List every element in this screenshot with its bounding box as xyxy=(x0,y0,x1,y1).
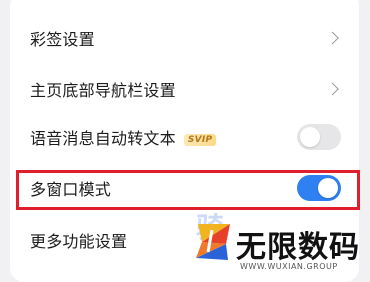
chevron-right-icon xyxy=(326,31,339,45)
svip-badge: SVIP xyxy=(183,134,217,146)
chevron-right-icon xyxy=(326,82,339,96)
setting-label: 彩签设置 xyxy=(30,30,95,49)
setting-label: 语音消息自动转文本 xyxy=(30,129,176,148)
setting-row-bottom-nav[interactable]: 主页底部导航栏设置 xyxy=(10,63,359,115)
watermark-brand: 无限数码 xyxy=(236,230,360,265)
setting-label: 主页底部导航栏设置 xyxy=(30,81,176,100)
watermark: 骑 无限数码 WWW.WUXIAN.GROUP xyxy=(190,200,370,274)
brand-logo-icon xyxy=(196,224,230,260)
setting-row-voice-to-text: 语音消息自动转文本 SVIP xyxy=(10,111,359,163)
voice-to-text-toggle[interactable] xyxy=(297,124,341,150)
watermark-url: WWW.WUXIAN.GROUP xyxy=(240,262,338,271)
setting-row-color-tag[interactable]: 彩签设置 xyxy=(10,12,359,64)
toggle-knob xyxy=(300,127,320,147)
setting-label: 更多功能设置 xyxy=(30,232,128,251)
